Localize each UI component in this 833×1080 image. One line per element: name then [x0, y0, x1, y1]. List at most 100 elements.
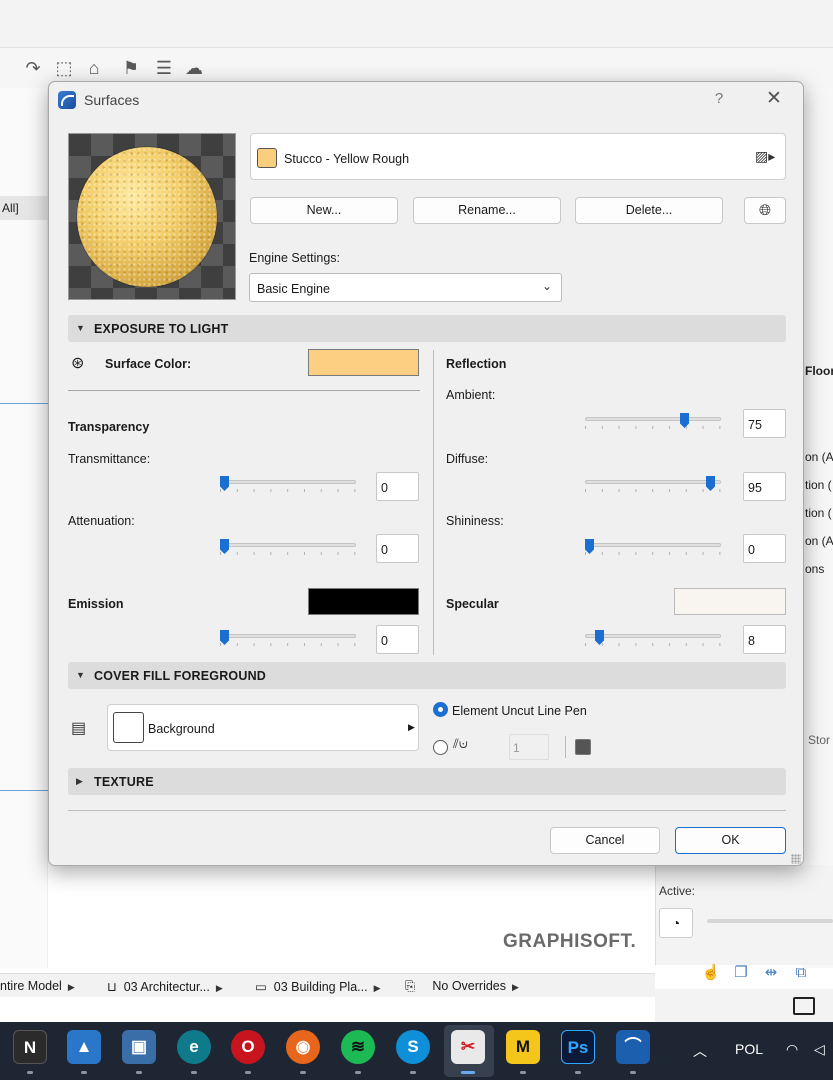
transparency-label: Transparency	[68, 420, 150, 434]
panel-tools: ☝ ❐ ⇹ ⧉	[700, 963, 833, 989]
right-panel	[803, 88, 833, 968]
window-restore-icon[interactable]	[793, 997, 815, 1015]
taskbar-indicator	[630, 1071, 636, 1074]
photoshop-icon[interactable]: Ps	[561, 1030, 595, 1064]
status-model[interactable]: ntire Model ▶	[0, 979, 75, 993]
attenuation-slider[interactable]	[220, 539, 356, 561]
exposure-section-header[interactable]: ▼ EXPOSURE TO LIGHT	[68, 315, 786, 342]
engine-settings-label: Engine Settings:	[249, 251, 341, 265]
opera-icon[interactable]: O	[231, 1030, 265, 1064]
specular-input[interactable]: 8	[743, 625, 786, 654]
firefox-icon[interactable]: ◉	[286, 1030, 320, 1064]
surface-color-swatch[interactable]	[308, 349, 419, 376]
delete-button[interactable]: Delete...	[575, 197, 723, 224]
status-overrides[interactable]: ⎘ No Overrides ▶	[405, 979, 519, 994]
taskbar-indicator	[355, 1071, 361, 1074]
close-button[interactable]: ✕	[763, 88, 785, 110]
home-icon[interactable]: ⌂	[83, 57, 105, 79]
specular-label: Specular	[446, 597, 499, 611]
status-layer[interactable]: ⊔ 03 Architectur... ▶	[107, 979, 223, 994]
texture-section-header[interactable]: ▶ TEXTURE	[68, 768, 786, 795]
right-panel-text: Stor	[808, 733, 831, 747]
right-panel-text: Floor	[805, 364, 833, 378]
tray-language[interactable]: POL	[735, 1041, 763, 1057]
edge-icon[interactable]: e	[177, 1030, 211, 1064]
pen-number-input[interactable]: 1	[509, 734, 549, 760]
specular-color-swatch[interactable]	[674, 588, 786, 615]
right-panel-text: on (A	[805, 450, 833, 464]
emission-slider[interactable]	[220, 630, 356, 652]
photos-icon[interactable]: ▲	[67, 1030, 101, 1064]
taskbar-indicator	[520, 1071, 526, 1074]
ok-button[interactable]: OK	[675, 827, 786, 854]
fill-swatch	[113, 712, 144, 743]
ambient-label: Ambient:	[446, 388, 496, 402]
transmittance-slider[interactable]	[220, 476, 356, 498]
globe-settings-icon[interactable]: 🌐︎	[744, 197, 786, 224]
ambient-input[interactable]: 75	[743, 409, 786, 438]
surface-color-label: Surface Color:	[105, 357, 192, 371]
emission-input[interactable]: 0	[376, 625, 419, 654]
status-plan[interactable]: ▭ 03 Building Pla... ▶	[255, 979, 381, 994]
taskbar-indicator	[191, 1071, 197, 1074]
transform-icon[interactable]: ⬚	[53, 57, 75, 79]
emission-color-swatch[interactable]	[308, 588, 419, 615]
spotify-icon[interactable]: ≋	[341, 1030, 375, 1064]
shininess-input[interactable]: 0	[743, 534, 786, 563]
left-tab[interactable]: All]	[0, 196, 48, 220]
layers-list-icon[interactable]: ☰	[153, 57, 175, 79]
emission-label: Emission	[68, 597, 124, 611]
custom-pen-radio[interactable]	[433, 740, 448, 755]
archicad-icon[interactable]: ⌒	[616, 1030, 650, 1064]
cover-fill-section-header[interactable]: ▼ COVER FILL FOREGROUND	[68, 662, 786, 689]
remote-desktop-icon[interactable]: ▣	[122, 1030, 156, 1064]
tray-chevron-icon[interactable]: ︿	[693, 1041, 707, 1061]
attenuation-input[interactable]: 0	[376, 534, 419, 563]
diffuse-slider[interactable]	[585, 476, 721, 498]
new-button[interactable]: New...	[250, 197, 398, 224]
engine-select[interactable]: Basic Engine ⌄	[249, 273, 562, 302]
flag-icon[interactable]: ⚑	[120, 57, 142, 79]
cloud-sync-icon[interactable]: ☁	[183, 57, 205, 79]
speaker-icon[interactable]: ◁	[814, 1041, 825, 1058]
surface-selector[interactable]: Stucco - Yellow Rough ▨▸	[250, 133, 786, 180]
exposure-section-title: EXPOSURE TO LIGHT	[94, 322, 229, 336]
snipping-tool-icon[interactable]: ✂	[451, 1030, 485, 1064]
hand-icon[interactable]: ☝	[700, 963, 722, 985]
left-separator	[0, 403, 48, 404]
wifi-icon[interactable]: ◠	[786, 1041, 798, 1058]
taskbar-indicator	[27, 1071, 33, 1074]
pie-chart-icon[interactable]: ◔	[659, 908, 693, 938]
redo-icon[interactable]: ↷	[22, 57, 44, 79]
rename-button[interactable]: Rename...	[413, 197, 561, 224]
preview-sphere	[77, 147, 217, 287]
specular-slider[interactable]	[585, 630, 721, 652]
notion-icon[interactable]: N	[13, 1030, 47, 1064]
compare-icon[interactable]: ⧉	[790, 964, 812, 986]
miro-icon[interactable]: M	[506, 1030, 540, 1064]
fill-selector[interactable]: Background ▶	[107, 704, 419, 751]
shininess-slider[interactable]	[585, 539, 721, 561]
split-icon[interactable]: ⇹	[760, 963, 782, 985]
pen-color-swatch[interactable]	[575, 739, 591, 755]
chevron-down-icon: ⌄	[542, 279, 553, 293]
uncut-line-pen-radio[interactable]	[433, 702, 448, 717]
ambient-slider[interactable]	[585, 413, 721, 435]
engine-value: Basic Engine	[257, 282, 330, 296]
dialog-title: Surfaces	[84, 92, 140, 108]
taskbar-indicator-active	[461, 1071, 475, 1074]
surface-swatch	[257, 148, 277, 168]
help-button[interactable]: ?	[709, 90, 729, 110]
surface-color-divider	[68, 390, 420, 391]
cancel-button[interactable]: Cancel	[550, 827, 660, 854]
diffuse-input[interactable]: 95	[743, 472, 786, 501]
transmittance-input[interactable]: 0	[376, 472, 419, 501]
copy-icon[interactable]: ❐	[730, 963, 752, 985]
skype-icon[interactable]: S	[396, 1030, 430, 1064]
active-slider[interactable]	[707, 919, 833, 923]
image-menu-icon[interactable]: ▨▸	[755, 148, 781, 166]
material-preview	[68, 133, 236, 300]
texture-section-title: TEXTURE	[94, 775, 154, 789]
status-bar: ntire Model ▶ ⊔ 03 Architectur... ▶ ▭ 03 B…	[0, 973, 655, 997]
resize-grip[interactable]	[791, 854, 801, 864]
